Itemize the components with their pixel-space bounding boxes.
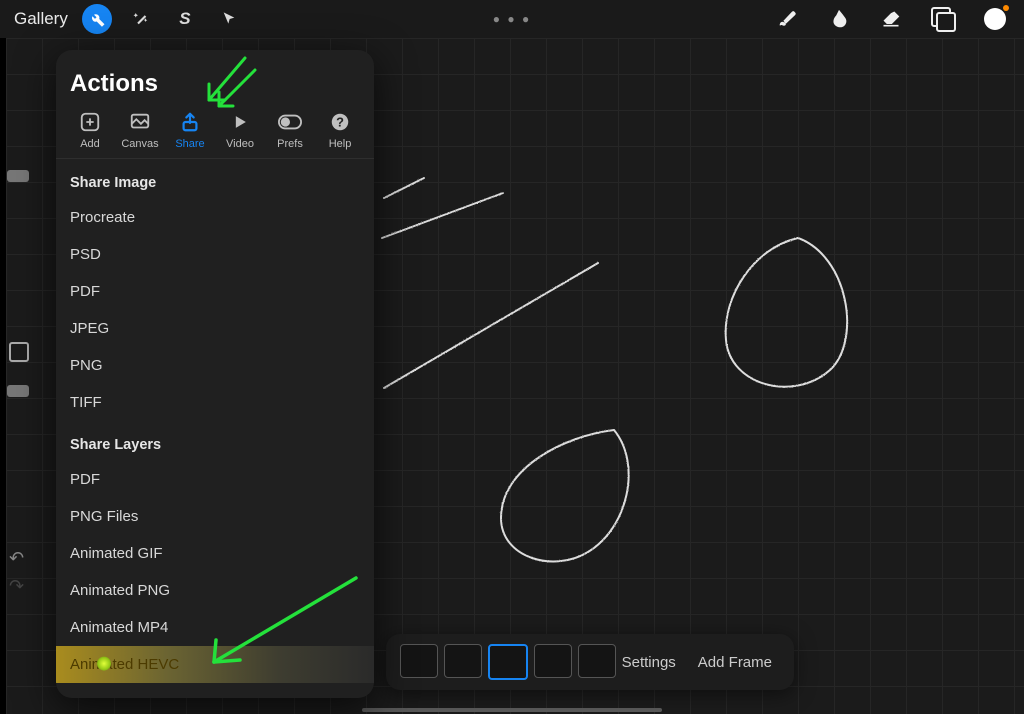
animation-timeline: Settings Add Frame bbox=[386, 634, 794, 690]
gallery-link[interactable]: Gallery bbox=[14, 9, 68, 29]
toggle-icon bbox=[278, 110, 302, 134]
brush-icon bbox=[776, 8, 798, 30]
smudge-button[interactable] bbox=[828, 8, 850, 30]
opt-png-files[interactable]: PNG Files bbox=[56, 498, 374, 535]
home-indicator bbox=[362, 708, 662, 712]
opt-pdf-image[interactable]: PDF bbox=[56, 273, 374, 310]
opt-jpeg[interactable]: JPEG bbox=[56, 310, 374, 347]
share-image-header: Share Image bbox=[56, 159, 374, 199]
opt-pdf-layers[interactable]: PDF bbox=[56, 461, 374, 498]
opt-animated-hevc-label: Animated HEVC bbox=[70, 656, 179, 673]
timeline-settings-button[interactable]: Settings bbox=[622, 654, 676, 671]
layers-icon bbox=[933, 9, 953, 29]
wand-icon bbox=[132, 10, 150, 28]
undo-button[interactable]: ↶ bbox=[9, 548, 24, 569]
ellipsis-icon[interactable]: ● ● ● bbox=[493, 12, 531, 26]
touch-indicator-icon bbox=[97, 656, 111, 670]
opt-animated-hevc[interactable]: Animated HEVC bbox=[56, 646, 374, 683]
actions-button[interactable] bbox=[82, 4, 112, 34]
opt-png[interactable]: PNG bbox=[56, 347, 374, 384]
left-side-controls: ↶ ↷ bbox=[6, 60, 30, 694]
opt-procreate[interactable]: Procreate bbox=[56, 199, 374, 236]
timeline-frame[interactable] bbox=[488, 644, 528, 680]
eraser-icon bbox=[880, 9, 902, 29]
share-icon bbox=[178, 110, 202, 134]
redo-button[interactable]: ↷ bbox=[9, 576, 24, 597]
tab-video-label: Video bbox=[226, 138, 254, 150]
tab-help-label: Help bbox=[329, 138, 352, 150]
brush-button[interactable] bbox=[776, 8, 798, 30]
svg-text:?: ? bbox=[336, 115, 344, 130]
plus-icon bbox=[78, 110, 102, 134]
opacity-slider[interactable] bbox=[7, 385, 29, 397]
tab-add-label: Add bbox=[80, 138, 100, 150]
play-icon bbox=[228, 110, 252, 134]
opt-tiff[interactable]: TIFF bbox=[56, 384, 374, 421]
cursor-icon bbox=[221, 11, 237, 27]
canvas-icon bbox=[128, 110, 152, 134]
timeline-frame[interactable] bbox=[534, 644, 572, 678]
actions-panel: Actions Add Canvas Share Video Prefs ? H… bbox=[56, 50, 374, 698]
tab-add[interactable]: Add bbox=[66, 110, 114, 150]
layers-button[interactable] bbox=[932, 8, 954, 30]
smudge-icon bbox=[828, 8, 850, 30]
top-toolbar: Gallery S ● ● ● bbox=[0, 0, 1024, 38]
brush-size-slider[interactable] bbox=[7, 170, 29, 182]
tab-video[interactable]: Video bbox=[216, 110, 264, 150]
timeline-frame[interactable] bbox=[400, 644, 438, 678]
timeline-add-frame-button[interactable]: Add Frame bbox=[698, 654, 772, 671]
wrench-icon bbox=[88, 10, 106, 28]
tab-canvas-label: Canvas bbox=[121, 138, 158, 150]
panel-title: Actions bbox=[56, 50, 374, 110]
actions-tab-row: Add Canvas Share Video Prefs ? Help bbox=[56, 110, 374, 159]
tab-prefs[interactable]: Prefs bbox=[266, 110, 314, 150]
tab-help[interactable]: ? Help bbox=[316, 110, 364, 150]
tab-share[interactable]: Share bbox=[166, 110, 214, 150]
opt-psd[interactable]: PSD bbox=[56, 236, 374, 273]
adjustments-button[interactable] bbox=[126, 4, 156, 34]
tab-canvas[interactable]: Canvas bbox=[116, 110, 164, 150]
frame-strip[interactable] bbox=[386, 644, 616, 680]
help-icon: ? bbox=[328, 110, 352, 134]
timeline-frame[interactable] bbox=[444, 644, 482, 678]
opt-animated-png[interactable]: Animated PNG bbox=[56, 572, 374, 609]
selection-button[interactable]: S bbox=[170, 4, 200, 34]
color-button[interactable] bbox=[984, 8, 1006, 30]
s-icon: S bbox=[179, 9, 190, 29]
share-layers-header: Share Layers bbox=[56, 421, 374, 461]
opt-animated-gif[interactable]: Animated GIF bbox=[56, 535, 374, 572]
tab-share-label: Share bbox=[175, 138, 204, 150]
opt-animated-mp4[interactable]: Animated MP4 bbox=[56, 609, 374, 646]
transform-button[interactable] bbox=[214, 4, 244, 34]
modify-button[interactable] bbox=[9, 342, 29, 362]
eraser-button[interactable] bbox=[880, 8, 902, 30]
tab-prefs-label: Prefs bbox=[277, 138, 303, 150]
timeline-frame[interactable] bbox=[578, 644, 616, 678]
